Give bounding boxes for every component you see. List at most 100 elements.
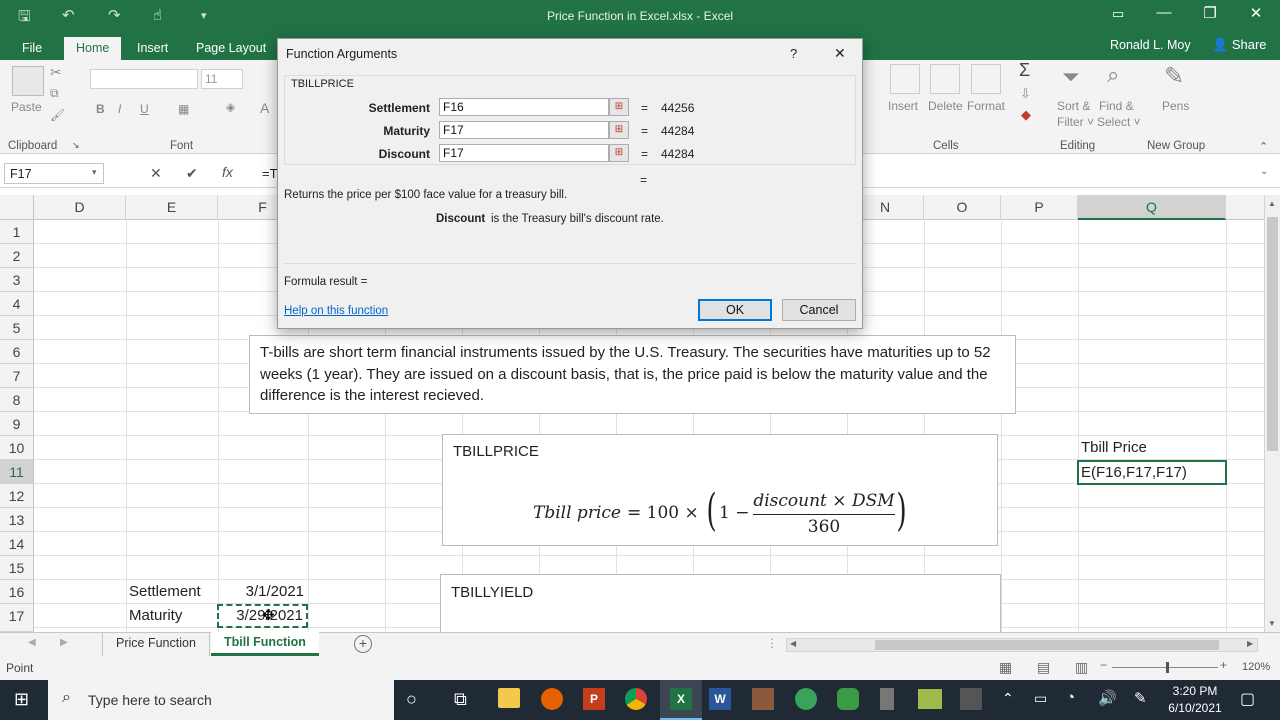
column-header-e[interactable]: E bbox=[126, 195, 218, 220]
collapse-dialog-icon[interactable]: ⊞ bbox=[609, 144, 629, 162]
file-explorer-icon[interactable] bbox=[498, 688, 520, 708]
find-select-label-1[interactable]: Find & bbox=[1099, 99, 1134, 113]
show-hidden-icons-icon[interactable]: ⌃ bbox=[1002, 690, 1014, 707]
row-header-10[interactable]: 10 bbox=[0, 436, 34, 460]
vertical-scrollbar[interactable]: ▲ ▼ bbox=[1264, 195, 1280, 632]
clock-date[interactable]: 6/10/2021 bbox=[1160, 701, 1230, 715]
taskbar-search-box[interactable]: ⌕ Type here to search bbox=[48, 680, 394, 720]
sort-filter-label-2[interactable]: Filter ˅ bbox=[1057, 115, 1094, 129]
pens-icon[interactable]: ✎ bbox=[1164, 62, 1184, 91]
clear-icon[interactable]: ◆ bbox=[1021, 107, 1031, 123]
zoom-out-icon[interactable]: − bbox=[1100, 658, 1107, 672]
row-header-6[interactable]: 6 bbox=[0, 340, 34, 364]
page-layout-view-icon[interactable]: ▤ bbox=[1037, 659, 1050, 676]
ok-button[interactable]: OK bbox=[698, 299, 772, 321]
cell-f16[interactable]: 3/1/2021 bbox=[218, 580, 304, 604]
volume-icon[interactable]: 🔊 bbox=[1098, 689, 1117, 707]
row-header-9[interactable]: 9 bbox=[0, 412, 34, 436]
column-header-q[interactable]: Q bbox=[1078, 195, 1226, 220]
tab-page-layout[interactable]: Page Layout bbox=[184, 37, 278, 60]
page-break-view-icon[interactable]: ▥ bbox=[1075, 659, 1088, 676]
zoom-level[interactable]: 120% bbox=[1242, 661, 1270, 673]
tab-home[interactable]: Home bbox=[64, 37, 122, 60]
collapse-dialog-icon[interactable]: ⊞ bbox=[609, 98, 629, 116]
paste-icon[interactable] bbox=[12, 66, 44, 96]
excel-taskbar-button[interactable]: X bbox=[660, 680, 702, 720]
row-header-8[interactable]: 8 bbox=[0, 388, 34, 412]
help-on-function-link[interactable]: Help on this function bbox=[284, 305, 388, 317]
sort-filter-label-1[interactable]: Sort & bbox=[1057, 99, 1090, 113]
tab-split-icon[interactable]: ⋮ bbox=[766, 636, 778, 650]
share-button[interactable]: 👤 Share bbox=[1212, 37, 1267, 53]
fill-color-icon[interactable]: ◈ bbox=[226, 100, 235, 114]
vertical-scroll-thumb[interactable] bbox=[1267, 217, 1278, 451]
ribbon-display-options-icon[interactable]: ▭ bbox=[1095, 6, 1141, 22]
italic-icon[interactable]: I bbox=[118, 102, 121, 116]
row-header-17[interactable]: 17 bbox=[0, 604, 34, 632]
horizontal-scrollbar[interactable]: ◀ ▶ bbox=[786, 638, 1258, 652]
dialog-close-button[interactable]: ✕ bbox=[834, 45, 846, 62]
tbillyield-textbox[interactable]: TBILLYIELD bbox=[440, 574, 1001, 634]
font-size-box[interactable]: 11 bbox=[201, 69, 243, 89]
arg-input-discount[interactable]: F17 bbox=[439, 144, 609, 162]
word-icon[interactable]: W bbox=[709, 688, 731, 710]
minimize-button[interactable]: — bbox=[1141, 4, 1187, 21]
row-header-11[interactable]: 11 bbox=[0, 460, 34, 484]
windows-start-icon[interactable]: ⊞ bbox=[14, 689, 29, 710]
prev-sheet-icon[interactable]: ◀ bbox=[28, 637, 36, 648]
delete-cells-icon[interactable] bbox=[930, 64, 960, 94]
normal-view-icon[interactable]: ▦ bbox=[999, 659, 1012, 676]
row-header-12[interactable]: 12 bbox=[0, 484, 34, 508]
pen-icon[interactable]: ✎ bbox=[1134, 689, 1147, 707]
cell-q10[interactable]: Tbill Price bbox=[1081, 436, 1147, 460]
arg-input-settlement[interactable]: F16 bbox=[439, 98, 609, 116]
format-cells-label[interactable]: Format bbox=[967, 99, 1005, 113]
tool-icon[interactable] bbox=[960, 688, 982, 710]
restore-button[interactable]: ❐ bbox=[1187, 4, 1233, 22]
row-header-5[interactable]: 5 bbox=[0, 316, 34, 340]
select-all-corner[interactable] bbox=[0, 195, 34, 220]
sheet-tab-tbill-function[interactable]: Tbill Function bbox=[211, 632, 319, 656]
wifi-icon[interactable]: ◔ bbox=[1066, 689, 1075, 706]
paste-label[interactable]: Paste bbox=[11, 100, 42, 114]
task-view-icon[interactable]: ⧉ bbox=[454, 689, 467, 710]
row-header-1[interactable]: 1 bbox=[0, 220, 34, 244]
column-header-p[interactable]: P bbox=[1001, 195, 1078, 220]
copy-icon[interactable]: ⧉ bbox=[50, 86, 59, 101]
row-header-14[interactable]: 14 bbox=[0, 532, 34, 556]
collapse-ribbon-icon[interactable]: ⌃ bbox=[1259, 140, 1268, 153]
expand-formula-bar-icon[interactable]: ⌄ bbox=[1260, 166, 1268, 177]
firefox-icon[interactable] bbox=[541, 688, 563, 710]
chrome-icon[interactable] bbox=[625, 688, 647, 710]
battery-icon[interactable]: ▭ bbox=[1034, 690, 1047, 707]
bold-icon[interactable]: B bbox=[96, 102, 105, 116]
underline-icon[interactable]: U bbox=[140, 102, 149, 116]
cortana-icon[interactable]: ○ bbox=[406, 689, 417, 710]
insert-function-icon[interactable]: fx bbox=[222, 164, 233, 180]
clock-time[interactable]: 3:20 PM bbox=[1160, 684, 1230, 698]
insert-cells-label[interactable]: Insert bbox=[888, 99, 918, 113]
cell-q11[interactable]: E(F16,F17,F17) bbox=[1077, 460, 1227, 485]
row-header-3[interactable]: 3 bbox=[0, 268, 34, 292]
powerpoint-icon[interactable]: P bbox=[583, 688, 605, 710]
font-name-box[interactable] bbox=[90, 69, 198, 89]
close-window-button[interactable]: ✕ bbox=[1233, 4, 1279, 22]
tab-file[interactable]: File bbox=[10, 37, 54, 60]
row-header-2[interactable]: 2 bbox=[0, 244, 34, 268]
notes-icon[interactable] bbox=[918, 689, 942, 709]
delete-cells-label[interactable]: Delete bbox=[928, 99, 963, 113]
find-select-icon[interactable]: ⌕ bbox=[1107, 62, 1119, 88]
pens-label[interactable]: Pens bbox=[1162, 99, 1189, 113]
enter-entry-icon[interactable]: ✔ bbox=[186, 165, 198, 182]
tbill-note-textbox[interactable]: T-bills are short term financial instrum… bbox=[249, 335, 1016, 414]
column-header-d[interactable]: D bbox=[34, 195, 126, 220]
format-cells-icon[interactable] bbox=[971, 64, 1001, 94]
next-sheet-icon[interactable]: ▶ bbox=[60, 637, 68, 648]
notifications-icon[interactable]: ▢ bbox=[1240, 689, 1255, 709]
zoom-slider-thumb[interactable] bbox=[1166, 662, 1169, 673]
insert-cells-icon[interactable] bbox=[890, 64, 920, 94]
arg-input-maturity[interactable]: F17 bbox=[439, 121, 609, 139]
calculator-icon[interactable] bbox=[880, 688, 894, 710]
row-header-4[interactable]: 4 bbox=[0, 292, 34, 316]
find-select-label-2[interactable]: Select ˅ bbox=[1097, 115, 1141, 129]
